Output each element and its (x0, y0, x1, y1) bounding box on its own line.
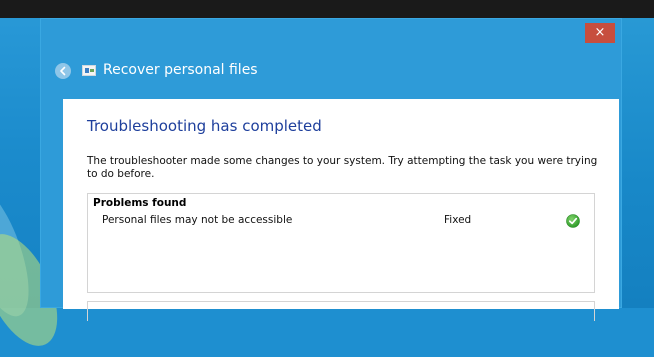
troubleshooter-window: × Recover personal files Troubleshooting… (40, 18, 622, 321)
page-heading: Troubleshooting has completed (87, 117, 322, 135)
back-arrow-icon (60, 66, 66, 76)
back-button[interactable] (55, 63, 71, 79)
problem-status: Fixed (444, 214, 472, 226)
close-button[interactable]: × (585, 23, 615, 43)
result-description: The troubleshooter made some changes to … (87, 155, 598, 180)
troubleshooter-app-icon (82, 65, 96, 76)
problems-found-header: Problems found (93, 197, 187, 209)
details-panel (87, 301, 595, 321)
problem-row[interactable]: Personal files may not be accessible Fix… (88, 210, 594, 230)
problems-found-panel: Problems found Personal files may not be… (87, 193, 595, 293)
green-check-icon (566, 214, 580, 228)
desktop-background-right (622, 0, 654, 308)
title-bar[interactable]: × Recover personal files (41, 19, 621, 99)
desktop-background-left (0, 0, 73, 357)
content-panel: Troubleshooting has completed The troubl… (63, 99, 619, 321)
screen-top-edge (0, 0, 654, 18)
window-title: Recover personal files (103, 62, 258, 78)
problem-name: Personal files may not be accessible (102, 214, 293, 226)
